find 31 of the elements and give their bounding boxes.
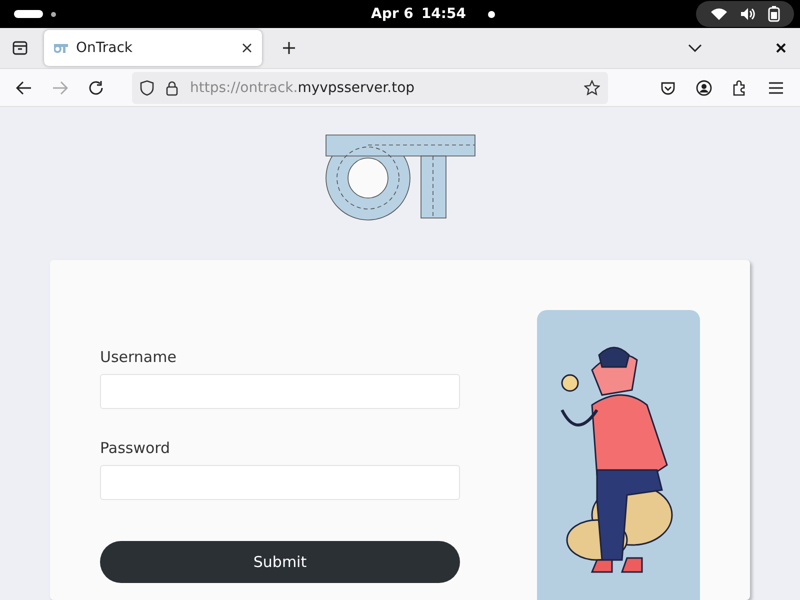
browser-tab[interactable]: OnTrack	[44, 30, 262, 66]
url-text: https://ontrack.myvpsserver.top	[190, 80, 415, 96]
new-tab-icon[interactable]	[282, 41, 296, 56]
field-label: Username	[100, 348, 178, 366]
back-icon[interactable]	[16, 80, 32, 95]
favicon-icon	[54, 43, 68, 54]
pocket-icon[interactable]	[660, 80, 676, 96]
account-icon[interactable]	[696, 80, 712, 96]
system-status-area[interactable]	[696, 1, 794, 28]
workspace-dot-icon	[51, 12, 56, 17]
input-field[interactable]	[100, 374, 460, 409]
time-text: 14:54	[421, 6, 466, 22]
notification-dot-icon	[488, 10, 495, 18]
activities-indicator-icon[interactable]	[14, 10, 43, 18]
bookmark-star-icon[interactable]	[584, 80, 600, 96]
date-text: Apr 6	[371, 6, 414, 22]
close-tab-icon[interactable]	[242, 43, 252, 54]
menu-icon[interactable]	[768, 80, 784, 95]
address-bar[interactable]: https://ontrack.myvpsserver.top	[132, 72, 608, 104]
field-label: Password	[100, 438, 172, 457]
battery-icon	[768, 6, 780, 22]
close-window-icon[interactable]	[776, 43, 786, 54]
chevron-down-icon[interactable]	[688, 44, 702, 52]
reload-icon[interactable]	[88, 80, 104, 96]
lock-icon[interactable]	[166, 80, 178, 96]
volume-icon	[740, 7, 756, 22]
tab-list-icon[interactable]	[12, 40, 28, 56]
wifi-icon	[710, 7, 728, 22]
shield-icon[interactable]	[140, 80, 154, 96]
submit-button[interactable]: Submit	[100, 540, 460, 583]
input-field[interactable]	[100, 464, 460, 500]
